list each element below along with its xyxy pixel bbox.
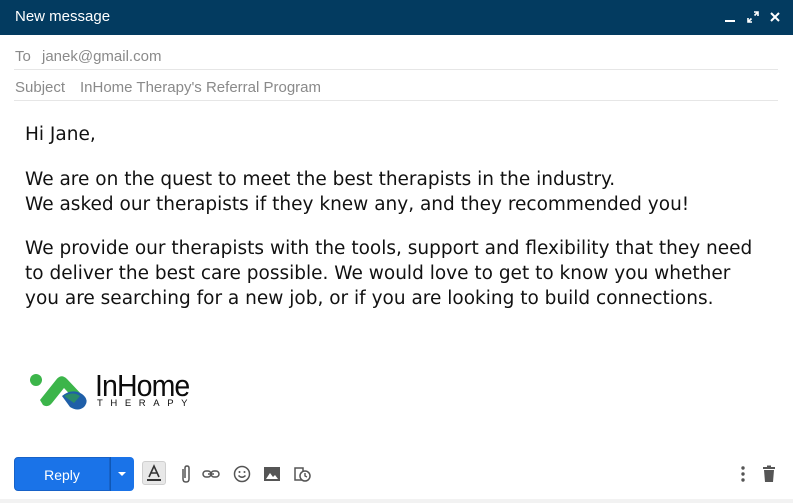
body-line: to deliver the best care possible. We wo…: [25, 263, 731, 284]
send-options-button[interactable]: [110, 457, 134, 491]
body-paragraph-2[interactable]: We provide our therapists with the tools…: [25, 236, 775, 311]
attach-icon[interactable]: [176, 464, 196, 484]
to-recipient[interactable]: janek@gmail.com: [42, 48, 161, 65]
reply-button[interactable]: Reply: [14, 457, 110, 491]
image-icon[interactable]: [262, 464, 282, 484]
to-label: To: [15, 48, 31, 65]
confidential-icon[interactable]: [292, 464, 312, 484]
window-title: New message: [15, 8, 111, 25]
chevron-down-icon: [118, 472, 126, 476]
signature-logo: InHome THERAPY: [28, 368, 198, 414]
link-icon[interactable]: [201, 464, 221, 484]
body-line: We asked our therapists if they knew any…: [25, 194, 690, 215]
subject-label: Subject: [15, 79, 66, 96]
bottom-divider: [0, 499, 793, 503]
close-icon[interactable]: [767, 9, 783, 25]
title-bar: New message: [0, 0, 793, 35]
formatting-button[interactable]: [142, 461, 166, 485]
subject-input[interactable]: InHome Therapy's Referral Program: [80, 79, 321, 96]
expand-icon[interactable]: [745, 9, 761, 25]
subject-field[interactable]: Subject InHome Therapy's Referral Progra…: [14, 71, 778, 101]
body-line: We are on the quest to meet the best the…: [25, 169, 616, 190]
body-line: you are searching for a new job, or if y…: [25, 288, 714, 309]
minimize-icon[interactable]: [722, 9, 738, 25]
compose-window: New message To janek@gmail.com Subject I…: [0, 0, 793, 503]
trash-icon[interactable]: [759, 464, 779, 484]
logo-mark-icon: [30, 374, 87, 410]
text-format-icon: [147, 464, 161, 481]
emoji-icon[interactable]: [232, 464, 252, 484]
body-greeting[interactable]: Hi Jane,: [25, 124, 96, 145]
compose-toolbar: Reply: [0, 456, 793, 492]
body-line: We provide our therapists with the tools…: [25, 238, 753, 259]
logo-subtitle: THERAPY: [97, 398, 196, 409]
body-paragraph-1[interactable]: We are on the quest to meet the best the…: [25, 167, 775, 217]
more-options-icon[interactable]: [733, 464, 753, 484]
to-field[interactable]: To janek@gmail.com: [14, 40, 778, 70]
